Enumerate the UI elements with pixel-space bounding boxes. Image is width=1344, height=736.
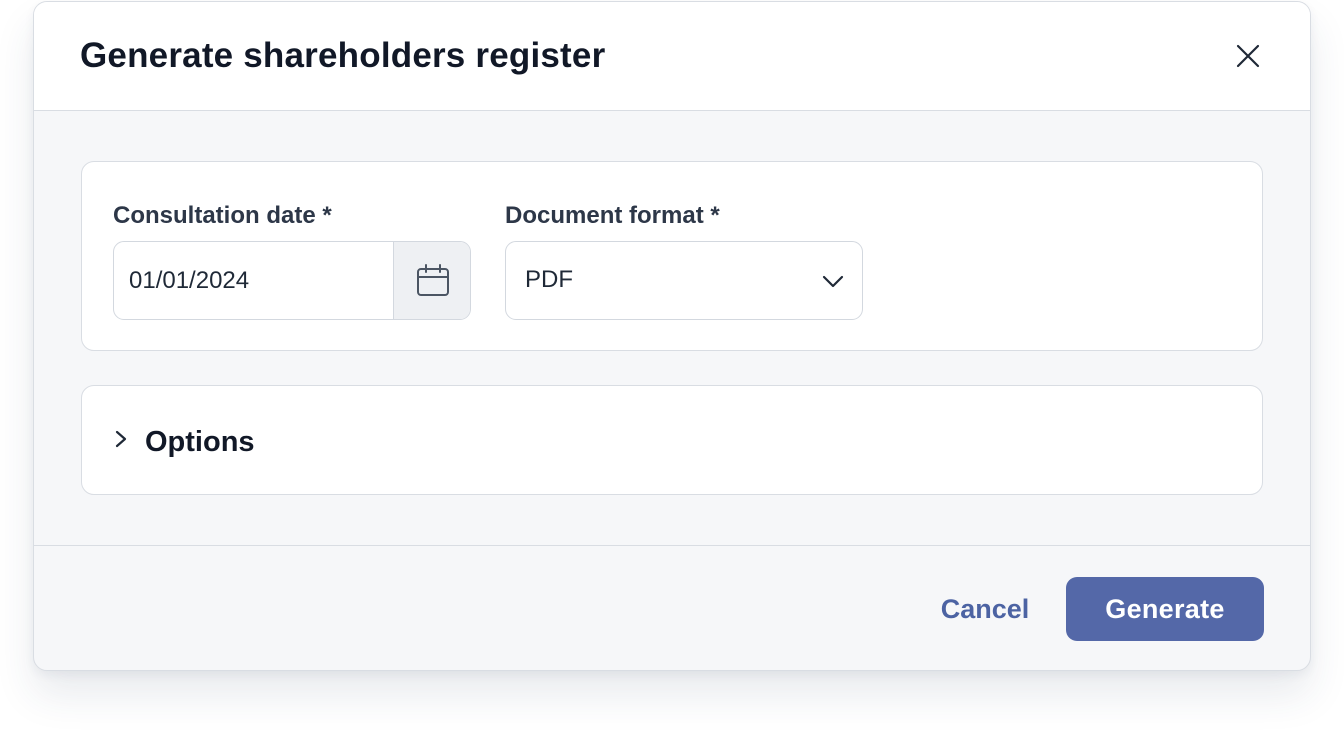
- generate-register-dialog: Generate shareholders register Consultat…: [33, 1, 1311, 671]
- chevron-right-icon: [115, 430, 127, 448]
- date-picker-button[interactable]: [393, 242, 470, 319]
- consultation-date-input[interactable]: [114, 242, 392, 319]
- close-button[interactable]: [1230, 38, 1266, 74]
- close-icon: [1236, 44, 1260, 68]
- document-format-label: Document format *: [505, 202, 720, 229]
- options-label: Options: [145, 426, 255, 458]
- cancel-button[interactable]: Cancel: [918, 577, 1052, 641]
- generate-button[interactable]: Generate: [1066, 577, 1264, 641]
- dialog-header: Generate shareholders register: [34, 2, 1310, 111]
- calendar-icon: [416, 263, 449, 296]
- document-format-select[interactable]: PDF: [505, 241, 863, 320]
- register-fields-card: Consultation date * Document format * PD…: [81, 161, 1263, 351]
- consultation-date-label: Consultation date *: [113, 202, 332, 229]
- footer-divider: [34, 545, 1310, 546]
- chevron-down-icon: [822, 275, 844, 288]
- document-format-value: PDF: [525, 266, 573, 293]
- dialog-title: Generate shareholders register: [80, 36, 606, 75]
- options-accordion[interactable]: Options: [81, 385, 1263, 495]
- consultation-date-field: [113, 241, 471, 320]
